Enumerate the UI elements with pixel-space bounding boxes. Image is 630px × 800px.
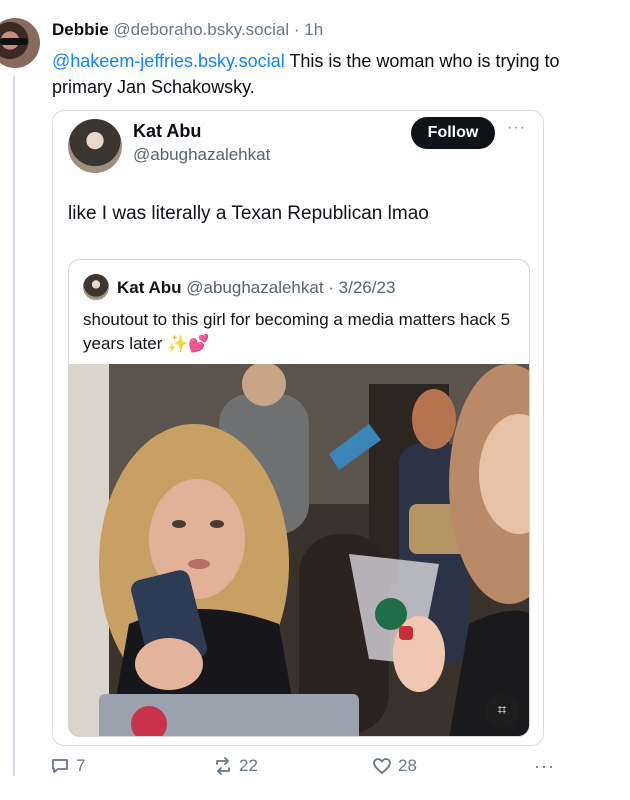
post-header: Debbie @deboraho.bsky.social · 1h bbox=[52, 20, 323, 40]
reply-icon bbox=[52, 759, 68, 773]
meta-separator: · bbox=[289, 20, 305, 39]
follow-button[interactable]: Follow bbox=[411, 117, 495, 149]
repost-button[interactable]: 22 bbox=[213, 756, 258, 776]
quote-author-name[interactable]: Kat Abu bbox=[117, 278, 182, 297]
like-count: 28 bbox=[398, 756, 417, 775]
quoted-photo[interactable]: ⌗ bbox=[69, 364, 529, 736]
author-handle[interactable]: @deboraho.bsky.social bbox=[113, 20, 289, 39]
reply-count: 7 bbox=[76, 756, 86, 775]
embed-text: like I was literally a Texan Republican … bbox=[68, 203, 429, 224]
reply-button[interactable]: 7 bbox=[50, 756, 85, 776]
quoted-post-card[interactable]: Kat Abu @abughazalehkat · 3/26/23 shouto… bbox=[68, 259, 530, 737]
thread-line bbox=[13, 76, 15, 776]
post-more-icon[interactable]: ··· bbox=[534, 756, 555, 777]
like-button[interactable]: 28 bbox=[372, 756, 417, 776]
repost-count: 22 bbox=[239, 756, 258, 775]
quote-text: shoutout to this girl for becoming a med… bbox=[83, 308, 513, 356]
author-name[interactable]: Debbie bbox=[52, 20, 109, 39]
two-hearts-emoji-icon: 💕 bbox=[188, 334, 210, 353]
author-avatar[interactable] bbox=[0, 18, 40, 68]
more-options-icon[interactable]: ··· bbox=[507, 119, 526, 137]
heart-icon bbox=[373, 758, 391, 774]
sparkles-emoji-icon: ✨ bbox=[167, 334, 189, 353]
embedded-post-card[interactable]: Kat Abu @abughazalehkat Follow ··· like … bbox=[52, 110, 544, 746]
cafe-photo-illustration bbox=[69, 364, 529, 736]
embed-avatar[interactable] bbox=[68, 119, 122, 173]
quote-handle-date[interactable]: @abughazalehkat · 3/26/23 bbox=[186, 278, 395, 297]
post-actions: 7 22 28 ··· bbox=[50, 756, 620, 780]
text-recognition-icon[interactable]: ⌗ bbox=[485, 694, 519, 728]
post-time[interactable]: 1h bbox=[304, 20, 323, 39]
repost-icon bbox=[216, 757, 230, 775]
mention-link[interactable]: @hakeem-jeffries.bsky.social bbox=[52, 51, 285, 71]
quote-header: Kat Abu @abughazalehkat · 3/26/23 bbox=[117, 278, 395, 298]
post-text: @hakeem-jeffries.bsky.social This is the… bbox=[52, 48, 622, 100]
quote-avatar[interactable] bbox=[83, 274, 109, 300]
embed-author-name[interactable]: Kat Abu bbox=[133, 121, 201, 142]
quote-body: shoutout to this girl for becoming a med… bbox=[83, 310, 511, 353]
embed-author-handle[interactable]: @abughazalehkat bbox=[133, 145, 270, 165]
